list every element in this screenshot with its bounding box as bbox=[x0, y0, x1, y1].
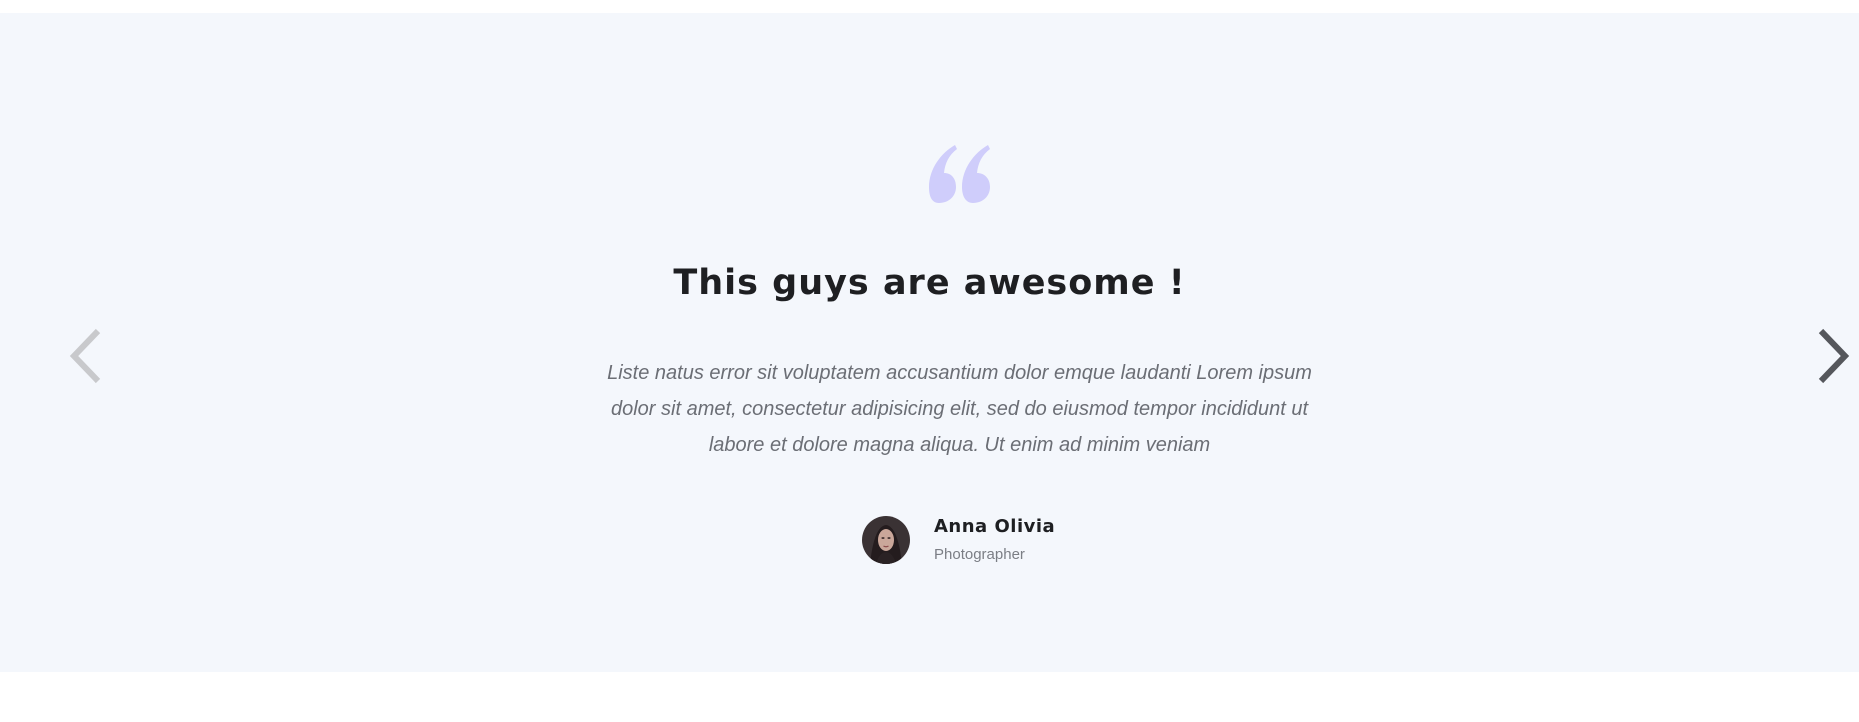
quote-icon bbox=[929, 145, 991, 203]
prev-slide-button[interactable] bbox=[66, 326, 106, 386]
testimonial-title: This guys are awesome ! bbox=[673, 263, 1186, 303]
next-slide-button[interactable] bbox=[1813, 326, 1853, 386]
author-name: Anna Olivia bbox=[934, 516, 1056, 537]
chevron-left-icon bbox=[66, 326, 106, 386]
testimonial-section: This guys are awesome ! Liste natus erro… bbox=[0, 13, 1859, 672]
testimonial-author: Anna Olivia Photographer bbox=[862, 515, 1055, 565]
author-info: Anna Olivia Photographer bbox=[934, 515, 1055, 565]
testimonial-text: Liste natus error sit voluptatem accusan… bbox=[607, 362, 1312, 456]
avatar bbox=[862, 516, 910, 564]
chevron-right-icon bbox=[1813, 326, 1853, 386]
author-role: Photographer bbox=[934, 546, 1025, 563]
